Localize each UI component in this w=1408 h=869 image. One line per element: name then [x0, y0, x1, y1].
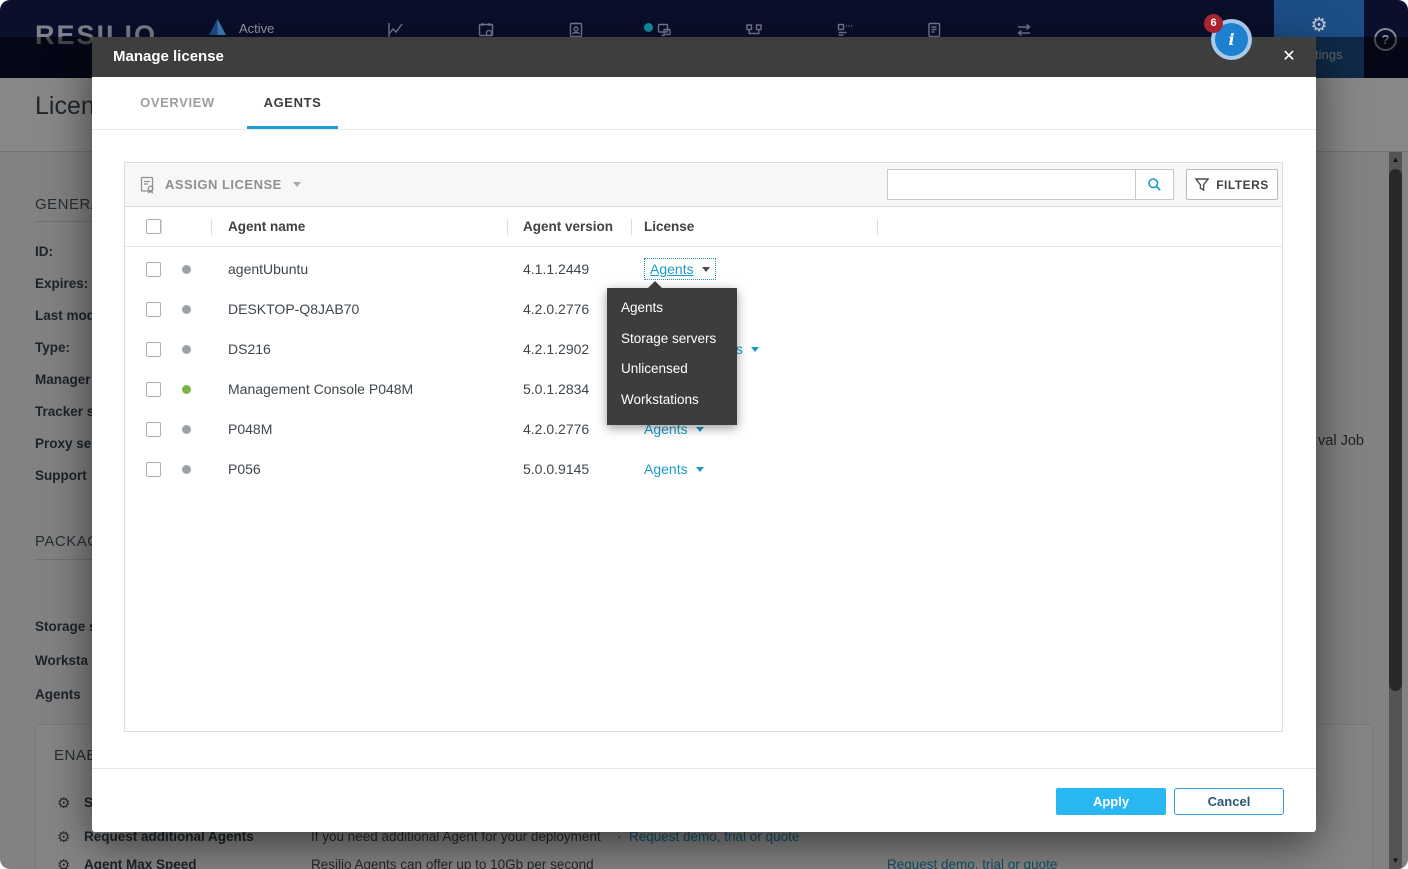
table-row[interactable]: P056 5.0.0.9145 Agents: [125, 449, 1282, 489]
agent-status-dot: [182, 465, 191, 474]
license-dropdown-trigger[interactable]: Agents: [644, 461, 704, 477]
active-product-icon: [207, 17, 228, 37]
divider: [92, 768, 1316, 769]
close-icon[interactable]: ✕: [1270, 37, 1308, 77]
chevron-down-icon: [696, 467, 704, 472]
chevron-down-icon: [293, 182, 301, 187]
apply-button[interactable]: Apply: [1056, 788, 1166, 815]
row-checkbox[interactable]: [146, 382, 161, 397]
manage-license-modal: Manage license ✕ OVERVIEW AGENTS ASSIGN …: [92, 37, 1316, 832]
column-agent-version: Agent version: [507, 219, 631, 234]
row-checkbox[interactable]: [146, 342, 161, 357]
notification-badge: 6: [1204, 14, 1223, 33]
agent-name: agentUbuntu: [211, 261, 507, 277]
settings-gear-icon: ⚙: [1274, 14, 1364, 36]
column-license: License: [631, 219, 877, 234]
tab-overview[interactable]: OVERVIEW: [122, 77, 233, 129]
assign-license-icon: [139, 176, 156, 194]
menu-item-unlicensed[interactable]: Unlicensed: [607, 354, 737, 385]
agent-status-dot: [182, 425, 191, 434]
menu-item-agents[interactable]: Agents: [607, 293, 737, 324]
agents-toolbar: ASSIGN LICENSE FILTERS: [125, 163, 1282, 207]
modal-title: Manage license: [113, 37, 224, 77]
row-checkbox[interactable]: [146, 462, 161, 477]
agent-status-dot: [182, 265, 191, 274]
search-box: [887, 169, 1174, 200]
agent-status-dot: [182, 345, 191, 354]
license-dropdown-menu: Agents Storage servers Unlicensed Workst…: [607, 288, 737, 425]
tab-agents[interactable]: AGENTS: [247, 77, 338, 129]
assign-license-button[interactable]: ASSIGN LICENSE: [139, 163, 301, 206]
active-product-label[interactable]: Active: [239, 21, 274, 36]
search-button[interactable]: [1135, 170, 1173, 199]
select-all-checkbox[interactable]: [146, 219, 161, 234]
agents-notification-dot: [644, 23, 653, 32]
agent-name: P048M: [211, 421, 507, 437]
agent-name: DESKTOP-Q8JAB70: [211, 301, 507, 317]
agent-name: P056: [211, 461, 507, 477]
license-dropdown-trigger[interactable]: Agents: [644, 258, 716, 280]
agent-status-dot: [182, 305, 191, 314]
agent-status-dot-online: [182, 385, 191, 394]
cancel-button[interactable]: Cancel: [1174, 788, 1284, 815]
filters-button[interactable]: FILTERS: [1186, 169, 1278, 200]
agents-panel: ASSIGN LICENSE FILTERS: [124, 162, 1283, 732]
agent-version: 4.1.1.2449: [507, 261, 631, 277]
search-input[interactable]: [888, 170, 1135, 199]
row-checkbox[interactable]: [146, 302, 161, 317]
menu-item-workstations[interactable]: Workstations: [607, 385, 737, 416]
agent-name: DS216: [211, 341, 507, 357]
table-header: Agent name Agent version License: [125, 207, 1282, 247]
search-icon: [1147, 177, 1162, 192]
agent-version: 5.0.0.9145: [507, 461, 631, 477]
app-window: RESILIO Active ⚙ Settings ? Lic: [0, 0, 1408, 869]
row-checkbox[interactable]: [146, 262, 161, 277]
filter-funnel-icon: [1195, 178, 1209, 191]
assign-license-label: ASSIGN LICENSE: [165, 177, 282, 192]
menu-item-storage-servers[interactable]: Storage servers: [607, 324, 737, 355]
column-agent-name: Agent name: [211, 219, 507, 234]
chevron-down-icon: [751, 347, 759, 352]
row-checkbox[interactable]: [146, 422, 161, 437]
table-row[interactable]: agentUbuntu 4.1.1.2449 Agents: [125, 249, 1282, 289]
modal-tabs: OVERVIEW AGENTS: [92, 77, 1316, 130]
modal-header: Manage license ✕: [92, 37, 1316, 77]
chevron-down-icon: [702, 267, 710, 272]
filters-label: FILTERS: [1216, 178, 1269, 192]
agent-name: Management Console P048M: [211, 381, 507, 397]
chevron-down-icon: [696, 427, 704, 432]
